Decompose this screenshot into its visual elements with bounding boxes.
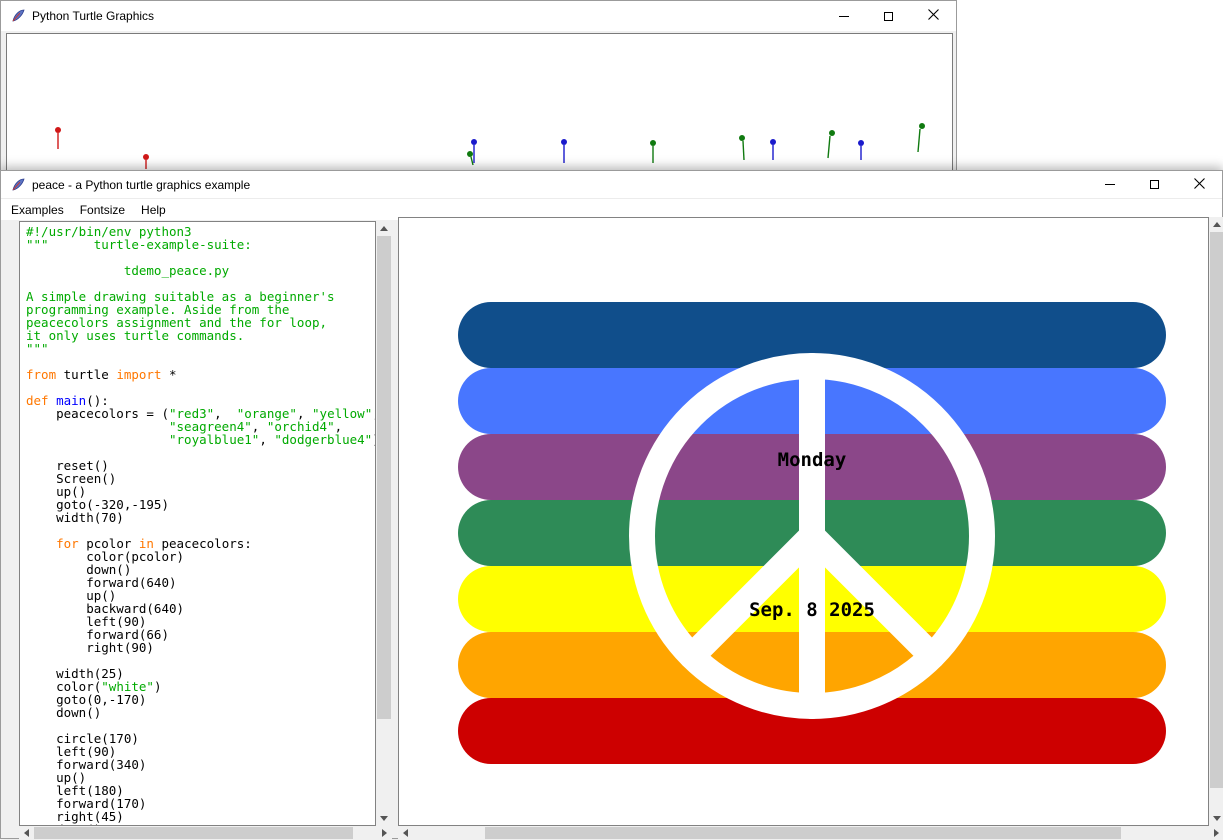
arrow-down-icon [1213,816,1221,821]
tree-dot [143,154,149,160]
tree-stem [743,141,744,160]
scroll-left-button[interactable] [19,826,34,840]
minimize-icon [839,16,849,17]
code-pane[interactable]: #!/usr/bin/env python3""" turtle-example… [19,221,376,826]
canvas-vertical-scrollbar[interactable] [1209,217,1223,826]
code-line: width(70) [26,511,375,524]
code-line: """ [26,342,375,355]
tree-dot [858,140,864,146]
canvas-horizontal-scrollbar[interactable] [398,826,1223,840]
close-icon [1194,176,1205,194]
maximize-button[interactable] [1132,171,1177,198]
canvas-label: Sep. 8 2025 [749,599,875,621]
minimize-button[interactable] [821,1,866,31]
tree-stem [828,136,830,158]
back-titlebar[interactable]: Python Turtle Graphics [1,1,956,31]
tree-dot [55,127,61,133]
code-vertical-scrollbar[interactable] [376,221,392,826]
maximize-icon [884,12,893,21]
front-window-title: peace - a Python turtle graphics example [32,178,250,192]
tree-dot [471,139,477,145]
back-window-title: Python Turtle Graphics [32,9,154,23]
peace-demo-window: peace - a Python turtle graphics example… [0,170,1223,839]
scroll-track[interactable] [413,826,1209,840]
scroll-up-button[interactable] [376,221,392,236]
close-button[interactable] [1177,171,1222,198]
tree-dot [829,130,835,136]
code-line: """ turtle-example-suite: [26,238,375,251]
menu-fontsize[interactable]: Fontsize [72,201,133,219]
arrow-left-icon [24,829,29,837]
arrow-up-icon [1213,222,1221,227]
menu-help[interactable]: Help [133,201,174,219]
tree-stem [918,129,920,152]
maximize-icon [1150,180,1159,189]
tree-dot [919,123,925,129]
minimize-button[interactable] [1087,171,1132,198]
scroll-track[interactable] [1209,232,1223,811]
tree-dot [739,135,745,141]
arrow-up-icon [380,226,388,231]
code-line: tdemo_peace.py [26,264,375,277]
code-horizontal-scrollbar[interactable] [19,826,392,840]
tree-stem [471,157,473,165]
scroll-thumb[interactable] [485,827,1122,839]
code-line: down() [26,706,375,719]
code-line: it only uses turtle commands. [26,329,375,342]
tree-dot [467,151,473,157]
tree-dot [650,140,656,146]
scroll-right-button[interactable] [377,826,392,840]
front-titlebar[interactable]: peace - a Python turtle graphics example [1,171,1222,199]
scroll-down-button[interactable] [1209,811,1223,826]
scroll-thumb[interactable] [34,827,353,839]
code-editor[interactable]: #!/usr/bin/env python3""" turtle-example… [20,222,375,826]
code-line: "royalblue1", "dodgerblue4") [26,433,375,446]
scroll-up-button[interactable] [1209,217,1223,232]
canvas-label: Monday [778,449,847,471]
maximize-button[interactable] [866,1,911,31]
scroll-down-button[interactable] [376,811,392,826]
turtle-canvas-peace[interactable]: Monday Sep. 8 2025 [398,217,1209,826]
code-line: right(90) [26,641,375,654]
arrow-left-icon [403,829,408,837]
minimize-icon [1105,184,1115,185]
tree-dot [770,139,776,145]
peace-drawing: Monday Sep. 8 2025 [399,218,1208,825]
scroll-right-button[interactable] [1209,826,1223,840]
code-line: from turtle import * [26,368,375,381]
scroll-thumb[interactable] [1210,232,1223,788]
scroll-left-button[interactable] [398,826,413,840]
scroll-thumb[interactable] [377,236,391,719]
arrow-right-icon [382,829,387,837]
scroll-track[interactable] [376,236,392,811]
arrow-right-icon [1214,829,1219,837]
close-icon [928,7,939,25]
tk-feather-icon [10,177,26,193]
close-button[interactable] [911,1,956,31]
tree-dot [561,139,567,145]
tk-feather-icon [10,8,26,24]
menu-examples[interactable]: Examples [3,201,72,219]
arrow-down-icon [380,816,388,821]
scroll-track[interactable] [34,826,377,840]
